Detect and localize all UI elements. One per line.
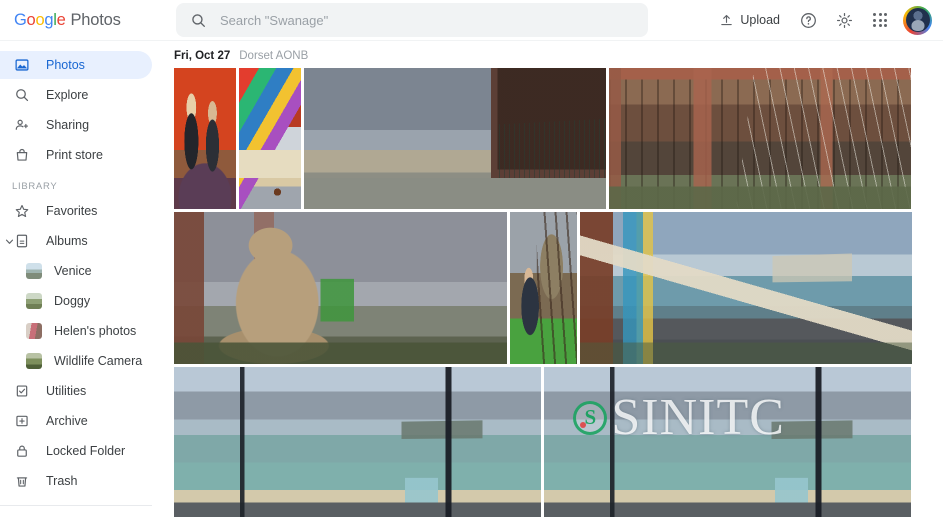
sidebar-item-sharing[interactable]: Sharing: [0, 111, 152, 139]
photo-grid-area: Fri, Oct 27 Dorset AONB S SINITC: [166, 41, 943, 517]
sidebar-item-locked-folder[interactable]: Locked Folder: [0, 437, 152, 465]
star-icon: [12, 203, 32, 219]
help-circle-icon: [800, 12, 816, 28]
arcade-pinball-photo[interactable]: [239, 68, 301, 209]
swanage-beach-watermark-photo[interactable]: SINITC: [544, 367, 911, 517]
sidebar-label-explore: Explore: [46, 88, 89, 102]
sidebar-item-favorites[interactable]: Favorites: [0, 197, 152, 225]
arcade-mannequins-photo[interactable]: [174, 68, 236, 209]
people-share-icon: [12, 117, 32, 133]
settings-button[interactable]: [827, 3, 861, 37]
photo-row: [166, 68, 943, 209]
search-bar[interactable]: [176, 3, 648, 37]
albums-icon: [12, 233, 32, 249]
google-photos-app: Google Photos Upload: [0, 0, 943, 517]
sidebar-label-locked-folder: Locked Folder: [46, 444, 126, 458]
day-header: Fri, Oct 27 Dorset AONB: [166, 41, 943, 68]
photos-wordmark: Photos: [70, 10, 121, 29]
archive-icon: [12, 413, 32, 429]
help-button[interactable]: [791, 3, 825, 37]
photo-row: [166, 212, 943, 364]
album-thumbnail: [26, 263, 42, 279]
sidebar-item-albums[interactable]: Albums: [0, 227, 152, 255]
sidebar-item-trash[interactable]: Trash: [0, 467, 152, 495]
sidebar-album-doggy[interactable]: Doggy: [0, 287, 152, 315]
swanage-beach-photo[interactable]: [174, 367, 541, 517]
top-bar-actions: Upload: [710, 3, 943, 37]
upload-button[interactable]: Upload: [710, 7, 789, 34]
sidebar-album-wildlife-camera[interactable]: Wildlife Camera: [0, 347, 152, 375]
brand-logo[interactable]: Google Photos: [14, 11, 166, 30]
sidebar-item-archive[interactable]: Archive: [0, 407, 152, 435]
utilities-icon: [12, 383, 32, 399]
photo-row: SINITC: [166, 367, 943, 517]
album-thumbnail: [26, 323, 42, 339]
album-thumbnail: [26, 293, 42, 309]
top-bar: Google Photos Upload: [0, 0, 943, 41]
sidebar-label-archive: Archive: [46, 414, 88, 428]
sidebar-label-sharing: Sharing: [46, 118, 90, 132]
day-date: Fri, Oct 27: [174, 50, 231, 62]
lock-icon: [12, 443, 32, 459]
sidebar-item-print-store[interactable]: Print store: [0, 141, 152, 169]
sidebar-label-utilities: Utilities: [46, 384, 87, 398]
dinosaur-carving-photo[interactable]: [174, 212, 507, 364]
sidebar: Photos Explore Sharing Print store LIBRA…: [0, 41, 166, 517]
google-wordmark: Google: [14, 10, 66, 29]
sidebar-album-label: Helen's photos: [54, 324, 137, 338]
sidebar-item-utilities[interactable]: Utilities: [0, 377, 152, 405]
boy-on-rigging-photo[interactable]: [510, 212, 577, 364]
day-place: Dorset AONB: [239, 50, 309, 62]
apps-grid-icon: [873, 13, 887, 27]
gear-icon: [836, 12, 852, 28]
search-icon: [192, 13, 205, 27]
sidebar-label-favorites: Favorites: [46, 204, 98, 218]
sidebar-item-explore[interactable]: Explore: [0, 81, 152, 109]
shopping-bag-icon: [12, 147, 32, 163]
upload-icon: [721, 14, 733, 25]
avatar[interactable]: [903, 5, 932, 35]
pirate-ship-deck-photo[interactable]: [609, 68, 911, 209]
avatar-image: [905, 8, 930, 32]
sidebar-album-label: Wildlife Camera: [54, 354, 143, 368]
sidebar-item-photos[interactable]: Photos: [0, 51, 152, 79]
pirate-ship-street-photo[interactable]: [304, 68, 606, 209]
sidebar-label-photos: Photos: [46, 58, 85, 72]
search-input[interactable]: [220, 12, 634, 28]
trash-icon: [12, 473, 32, 489]
watermark-text: SINITC: [611, 388, 785, 446]
search-icon: [12, 87, 32, 103]
upload-label: Upload: [740, 13, 780, 27]
chevron-down-icon[interactable]: [3, 227, 15, 255]
sidebar-label-print-store: Print store: [46, 148, 103, 162]
sidebar-section-library: LIBRARY: [12, 181, 58, 192]
watermark: SINITC: [573, 388, 785, 446]
sidebar-label-albums: Albums: [46, 234, 88, 248]
sinitc-circle-logo: [573, 400, 608, 435]
apps-button[interactable]: [863, 3, 897, 37]
sidebar-album-venice[interactable]: Venice: [0, 257, 152, 285]
swanage-bay-rope-photo[interactable]: [580, 212, 912, 364]
sidebar-album-label: Venice: [54, 264, 92, 278]
sidebar-label-trash: Trash: [46, 474, 78, 488]
storage-section: Storage: [0, 506, 166, 517]
photo-icon: [12, 57, 32, 73]
sidebar-album-helens-photos[interactable]: Helen's photos: [0, 317, 152, 345]
sidebar-album-label: Doggy: [54, 294, 91, 308]
album-thumbnail: [26, 353, 42, 369]
